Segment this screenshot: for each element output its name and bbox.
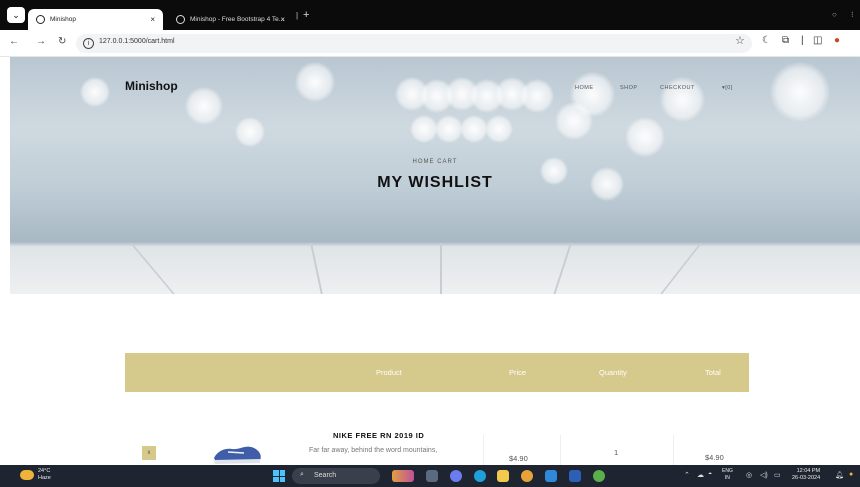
nav-cart[interactable]: ▾[0] [722,85,733,91]
language-indicator[interactable]: ENG IN [722,468,733,482]
nav-shop[interactable]: SHOP [620,85,638,91]
widgets-icon[interactable] [392,470,414,482]
remove-item-button[interactable]: x [142,446,156,460]
weather-icon[interactable] [20,470,34,480]
onedrive-icon[interactable]: ◓ [708,471,712,478]
chrome-icon[interactable] [521,470,533,482]
search-icon: ⌕ [300,471,304,478]
tab-divider: | [296,11,299,20]
lang-code: ENG [722,468,733,474]
vscode-icon[interactable] [545,470,557,482]
product-name: NIKE FREE RN 2019 ID [333,431,425,440]
hero-banner: Minishop HOME SHOP CHECKOUT ▾[0] HOME CA… [10,57,860,294]
product-price: $4.90 [509,454,528,463]
clock-date: 26-03-2024 [792,475,821,481]
weather-widget[interactable]: 24°C Haze [38,468,51,482]
chat-icon[interactable] [450,470,462,482]
nav-checkout[interactable]: CHECKOUT [660,85,695,91]
star-icon[interactable]: ☆ [735,34,745,47]
toolbar-divider: | [801,35,804,46]
word-icon[interactable] [569,470,581,482]
table-row: x NIKE FREE RN 2019 ID Far far away, beh… [125,420,749,465]
cart-count: [0] [725,85,733,91]
globe-icon [176,15,185,24]
page-title: MY WISHLIST [377,174,493,191]
profile-avatar-icon[interactable]: ● [834,35,840,46]
close-tab-icon[interactable]: × [150,9,155,30]
site-logo[interactable]: Minishop [125,79,178,93]
col-product: Product [376,368,402,377]
tab-minishop-cart[interactable]: Minishop × [28,9,163,30]
col-quantity: Quantity [599,368,627,377]
nav-home[interactable]: HOME [575,85,594,91]
info-icon[interactable]: i [83,38,94,49]
quantity-input[interactable]: 1 [614,448,618,457]
search-label: Search [314,472,337,479]
sidebar-icon[interactable]: ◫ [813,35,822,46]
cloud-icon[interactable]: ☁ [697,471,704,479]
wifi-icon[interactable]: ◎ [746,471,752,479]
chrome-active-icon[interactable] [593,470,605,482]
tab-title: Minishop - Free Bootstrap 4 Te... [190,16,285,23]
breadcrumb: HOME CART [412,159,458,165]
battery-icon[interactable]: ▭ [774,471,781,479]
new-tab-button[interactable]: + [303,9,309,21]
product-total: $4.90 [705,453,724,462]
clock-time: 12:04 PM [796,468,821,474]
back-icon[interactable]: ← [9,36,19,47]
forward-icon[interactable]: → [36,36,46,47]
volume-icon[interactable]: ◁) [760,471,768,479]
taskbar-search[interactable]: ⌕ Search [292,468,380,484]
tab-title: Minishop [50,16,77,23]
edge-browser-icon[interactable] [474,470,486,482]
file-explorer-icon[interactable] [497,470,509,482]
more-icon[interactable]: ⁝ [851,10,854,19]
col-price: Price [509,368,527,377]
tab-search-button[interactable]: ⌄ [7,7,25,23]
browser-toolbar: ← → ↻ i 127.0.0.1:5000/cart.html [0,30,860,57]
chevron-up-icon[interactable]: ⌃ [684,471,690,479]
windows-start-icon[interactable] [273,470,285,482]
windows-taskbar: 24°C Haze ⌕ Search ⌃ ☁ ◓ ENG IN ◎ ◁) ▭ 1… [0,465,860,487]
address-bar[interactable]: i 127.0.0.1:5000/cart.html [76,34,752,53]
clock[interactable]: 12:04 PM 26-03-2024 [792,468,820,482]
weather-desc: Haze [38,475,51,481]
browser-tab-bar: ⌄ Minishop × Minishop - Free Bootstrap 4… [0,0,860,30]
moon-icon[interactable]: ☾ [762,35,771,46]
product-description: Far far away, behind the word mountains, [309,447,438,454]
col-total: Total [705,368,721,377]
minimize-icon[interactable]: ○ [832,10,837,19]
close-tab-icon[interactable]: × [280,9,285,30]
globe-icon [36,15,45,24]
tab-minishop-template[interactable]: Minishop - Free Bootstrap 4 Te... × [168,9,293,30]
copilot-icon[interactable]: ● [849,471,853,478]
lang-region: IN [724,475,730,481]
reload-icon[interactable]: ↻ [58,36,66,47]
task-view-icon[interactable] [426,470,438,482]
url-text[interactable]: 127.0.0.1:5000/cart.html [99,38,175,45]
notification-bell-icon[interactable]: 🔔︎ [835,471,844,479]
cart-table-header: Product Price Quantity Total [125,353,749,392]
extensions-icon[interactable]: ⧉ [782,35,789,46]
product-image[interactable] [210,440,262,465]
weather-temp: 24°C [38,468,51,474]
